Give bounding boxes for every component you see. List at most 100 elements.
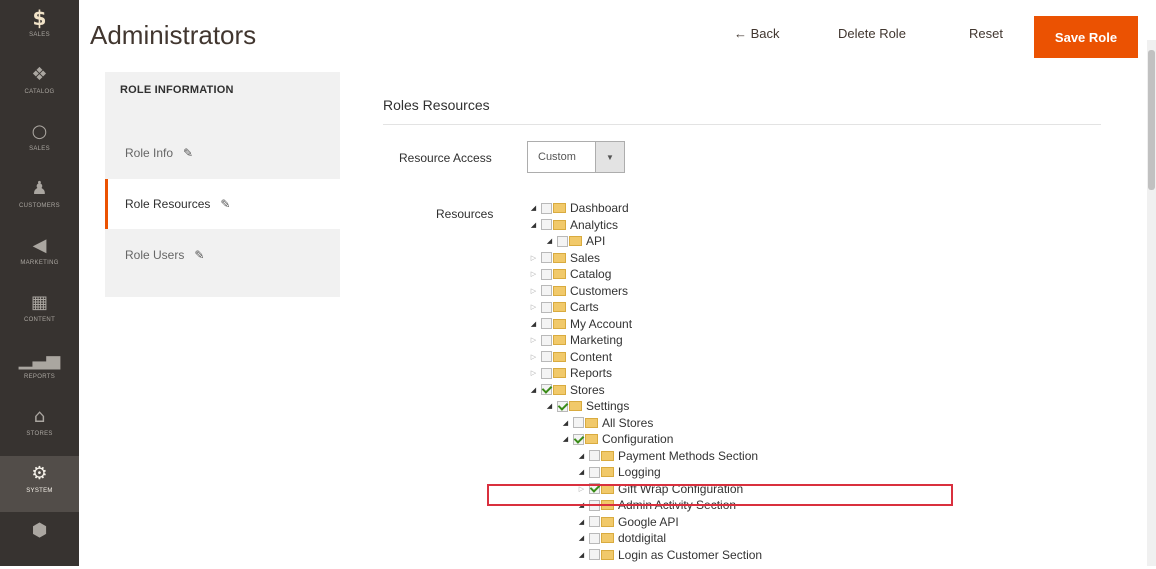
tree-node-label: Payment Methods Section xyxy=(618,448,759,463)
sales-icon: $ xyxy=(32,6,47,30)
tree-node[interactable]: ◢ Login as Customer Section xyxy=(577,548,762,562)
checkbox[interactable] xyxy=(573,433,584,445)
checkbox[interactable] xyxy=(589,516,600,527)
pencil-icon: ✎ xyxy=(194,248,205,262)
tree-node[interactable]: ◢ Google API xyxy=(577,515,679,529)
expand-toggle-icon[interactable]: ◢ xyxy=(561,419,570,427)
collapse-toggle-icon[interactable]: ▷ xyxy=(529,254,538,262)
select-value: Custom xyxy=(538,151,576,163)
tab-role-users[interactable]: Role Users ✎ xyxy=(105,230,340,280)
nav-item-stores[interactable]: ⌂ Stores xyxy=(0,399,79,455)
tree-node[interactable]: ▷ Sales xyxy=(529,251,600,265)
expand-toggle-icon[interactable]: ◢ xyxy=(545,402,554,410)
tab-role-info[interactable]: Role Info ✎ xyxy=(105,128,340,178)
folder-icon xyxy=(553,318,566,329)
checkbox[interactable] xyxy=(589,549,600,560)
tree-node[interactable]: ▷ Carts xyxy=(529,300,599,314)
scrollbar-thumb[interactable] xyxy=(1148,50,1155,190)
checkbox[interactable] xyxy=(541,334,552,346)
extensions-icon: ⬢ xyxy=(31,520,48,541)
expand-toggle-icon[interactable]: ◢ xyxy=(529,320,538,328)
expand-toggle-icon[interactable]: ◢ xyxy=(529,386,538,394)
tab-label: Role Info xyxy=(125,146,174,160)
checkbox[interactable] xyxy=(589,532,600,544)
expand-toggle-icon[interactable]: ◢ xyxy=(561,435,570,443)
checkbox[interactable] xyxy=(541,367,552,379)
expand-toggle-icon[interactable]: ◢ xyxy=(529,221,538,229)
expand-toggle-icon[interactable]: ◢ xyxy=(545,237,554,245)
tree-node[interactable]: ▷ Customers xyxy=(529,284,628,298)
expand-toggle-icon[interactable]: ◢ xyxy=(577,518,586,526)
nav-item-system[interactable]: ⚙ System xyxy=(0,456,79,512)
nav-item-label: Content xyxy=(23,317,56,323)
nav-item-customers[interactable]: ♟ Customers xyxy=(0,171,79,227)
checkbox[interactable] xyxy=(541,268,552,280)
nav-item-content[interactable]: ▦ Content xyxy=(0,285,79,341)
tree-node-label: Stores xyxy=(570,382,605,397)
checkbox[interactable] xyxy=(589,466,600,478)
checkbox[interactable] xyxy=(541,202,552,214)
tab-role-resources[interactable]: Role Resources ✎ xyxy=(105,179,340,229)
tree-node[interactable]: ◢ API xyxy=(545,234,606,248)
tree-node[interactable]: ◢ Logging xyxy=(577,465,661,479)
tree-node[interactable]: ◢ Payment Methods Section xyxy=(577,449,758,463)
checkbox[interactable] xyxy=(557,400,568,412)
tree-node[interactable]: ▷ Marketing xyxy=(529,333,623,347)
tree-node[interactable]: ◢ All Stores xyxy=(561,416,654,430)
reset-button[interactable]: Reset xyxy=(969,26,1003,41)
expand-toggle-icon[interactable]: ◢ xyxy=(577,534,586,542)
collapse-toggle-icon[interactable]: ▷ xyxy=(529,303,538,311)
checkbox[interactable] xyxy=(541,384,552,395)
folder-icon xyxy=(553,285,566,296)
folder-icon xyxy=(601,533,614,543)
delete-role-button[interactable]: Delete Role xyxy=(838,26,906,41)
tree-node[interactable]: ◢ Stores xyxy=(529,383,605,397)
save-role-button[interactable]: Save Role xyxy=(1034,16,1138,58)
resources-label: Resources xyxy=(436,207,494,221)
collapse-toggle-icon[interactable]: ▷ xyxy=(529,270,538,278)
tree-node-label: Login as Customer Section xyxy=(618,547,763,562)
checkbox[interactable] xyxy=(589,450,600,461)
tree-node[interactable]: ▷ Catalog xyxy=(529,267,612,281)
nav-item-sales2[interactable]: ○ Sales xyxy=(0,114,79,170)
back-button[interactable]: ← Back xyxy=(734,26,780,41)
tree-node[interactable]: ◢ Dashboard xyxy=(529,201,629,215)
collapse-toggle-icon[interactable]: ▷ xyxy=(529,336,538,344)
tree-node[interactable]: ◢ Analytics xyxy=(529,218,618,232)
tree-node[interactable]: ◢ Configuration xyxy=(561,432,674,446)
tree-node-label: My Account xyxy=(570,316,633,331)
folder-icon xyxy=(553,335,566,345)
tree-node[interactable]: ◢ dotdigital xyxy=(577,531,666,545)
collapse-toggle-icon[interactable]: ▷ xyxy=(529,287,538,295)
expand-toggle-icon[interactable]: ◢ xyxy=(577,468,586,476)
expand-toggle-icon[interactable]: ◢ xyxy=(577,452,586,460)
tree-node[interactable]: ▷ Content xyxy=(529,350,612,364)
expand-toggle-icon[interactable]: ◢ xyxy=(529,204,538,212)
nav-item-sales[interactable]: $ Sales xyxy=(0,0,79,56)
checkbox[interactable] xyxy=(541,318,552,329)
checkbox[interactable] xyxy=(541,301,552,313)
collapse-toggle-icon[interactable]: ▷ xyxy=(529,369,538,377)
resource-access-select[interactable]: Custom ▼ xyxy=(527,141,625,173)
nav-item-catalog[interactable]: ❖ Catalog xyxy=(0,57,79,113)
nav-item-extensions[interactable]: ⬢ xyxy=(0,513,79,569)
collapse-toggle-icon[interactable]: ▷ xyxy=(529,353,538,361)
tree-node[interactable]: ◢ Settings xyxy=(545,399,630,413)
tree-node[interactable]: ◢ My Account xyxy=(529,317,632,331)
nav-item-label: Catalog xyxy=(24,89,55,95)
checkbox[interactable] xyxy=(541,219,552,230)
nav-item-reports[interactable]: ▁▃▅ Reports xyxy=(0,342,79,398)
checkbox[interactable] xyxy=(541,351,552,362)
scrollbar[interactable] xyxy=(1147,40,1156,566)
nav-item-label: Stores xyxy=(26,431,53,437)
sales2-icon: ○ xyxy=(31,121,48,142)
checkbox[interactable] xyxy=(541,285,552,296)
checkbox[interactable] xyxy=(541,252,552,263)
checkbox[interactable] xyxy=(573,417,584,428)
catalog-icon: ❖ xyxy=(31,64,48,85)
nav-item-marketing[interactable]: ◀ Marketing xyxy=(0,228,79,284)
expand-toggle-icon[interactable]: ◢ xyxy=(577,551,586,559)
folder-icon xyxy=(569,236,582,246)
checkbox[interactable] xyxy=(557,235,568,247)
tree-node[interactable]: ▷ Reports xyxy=(529,366,612,380)
